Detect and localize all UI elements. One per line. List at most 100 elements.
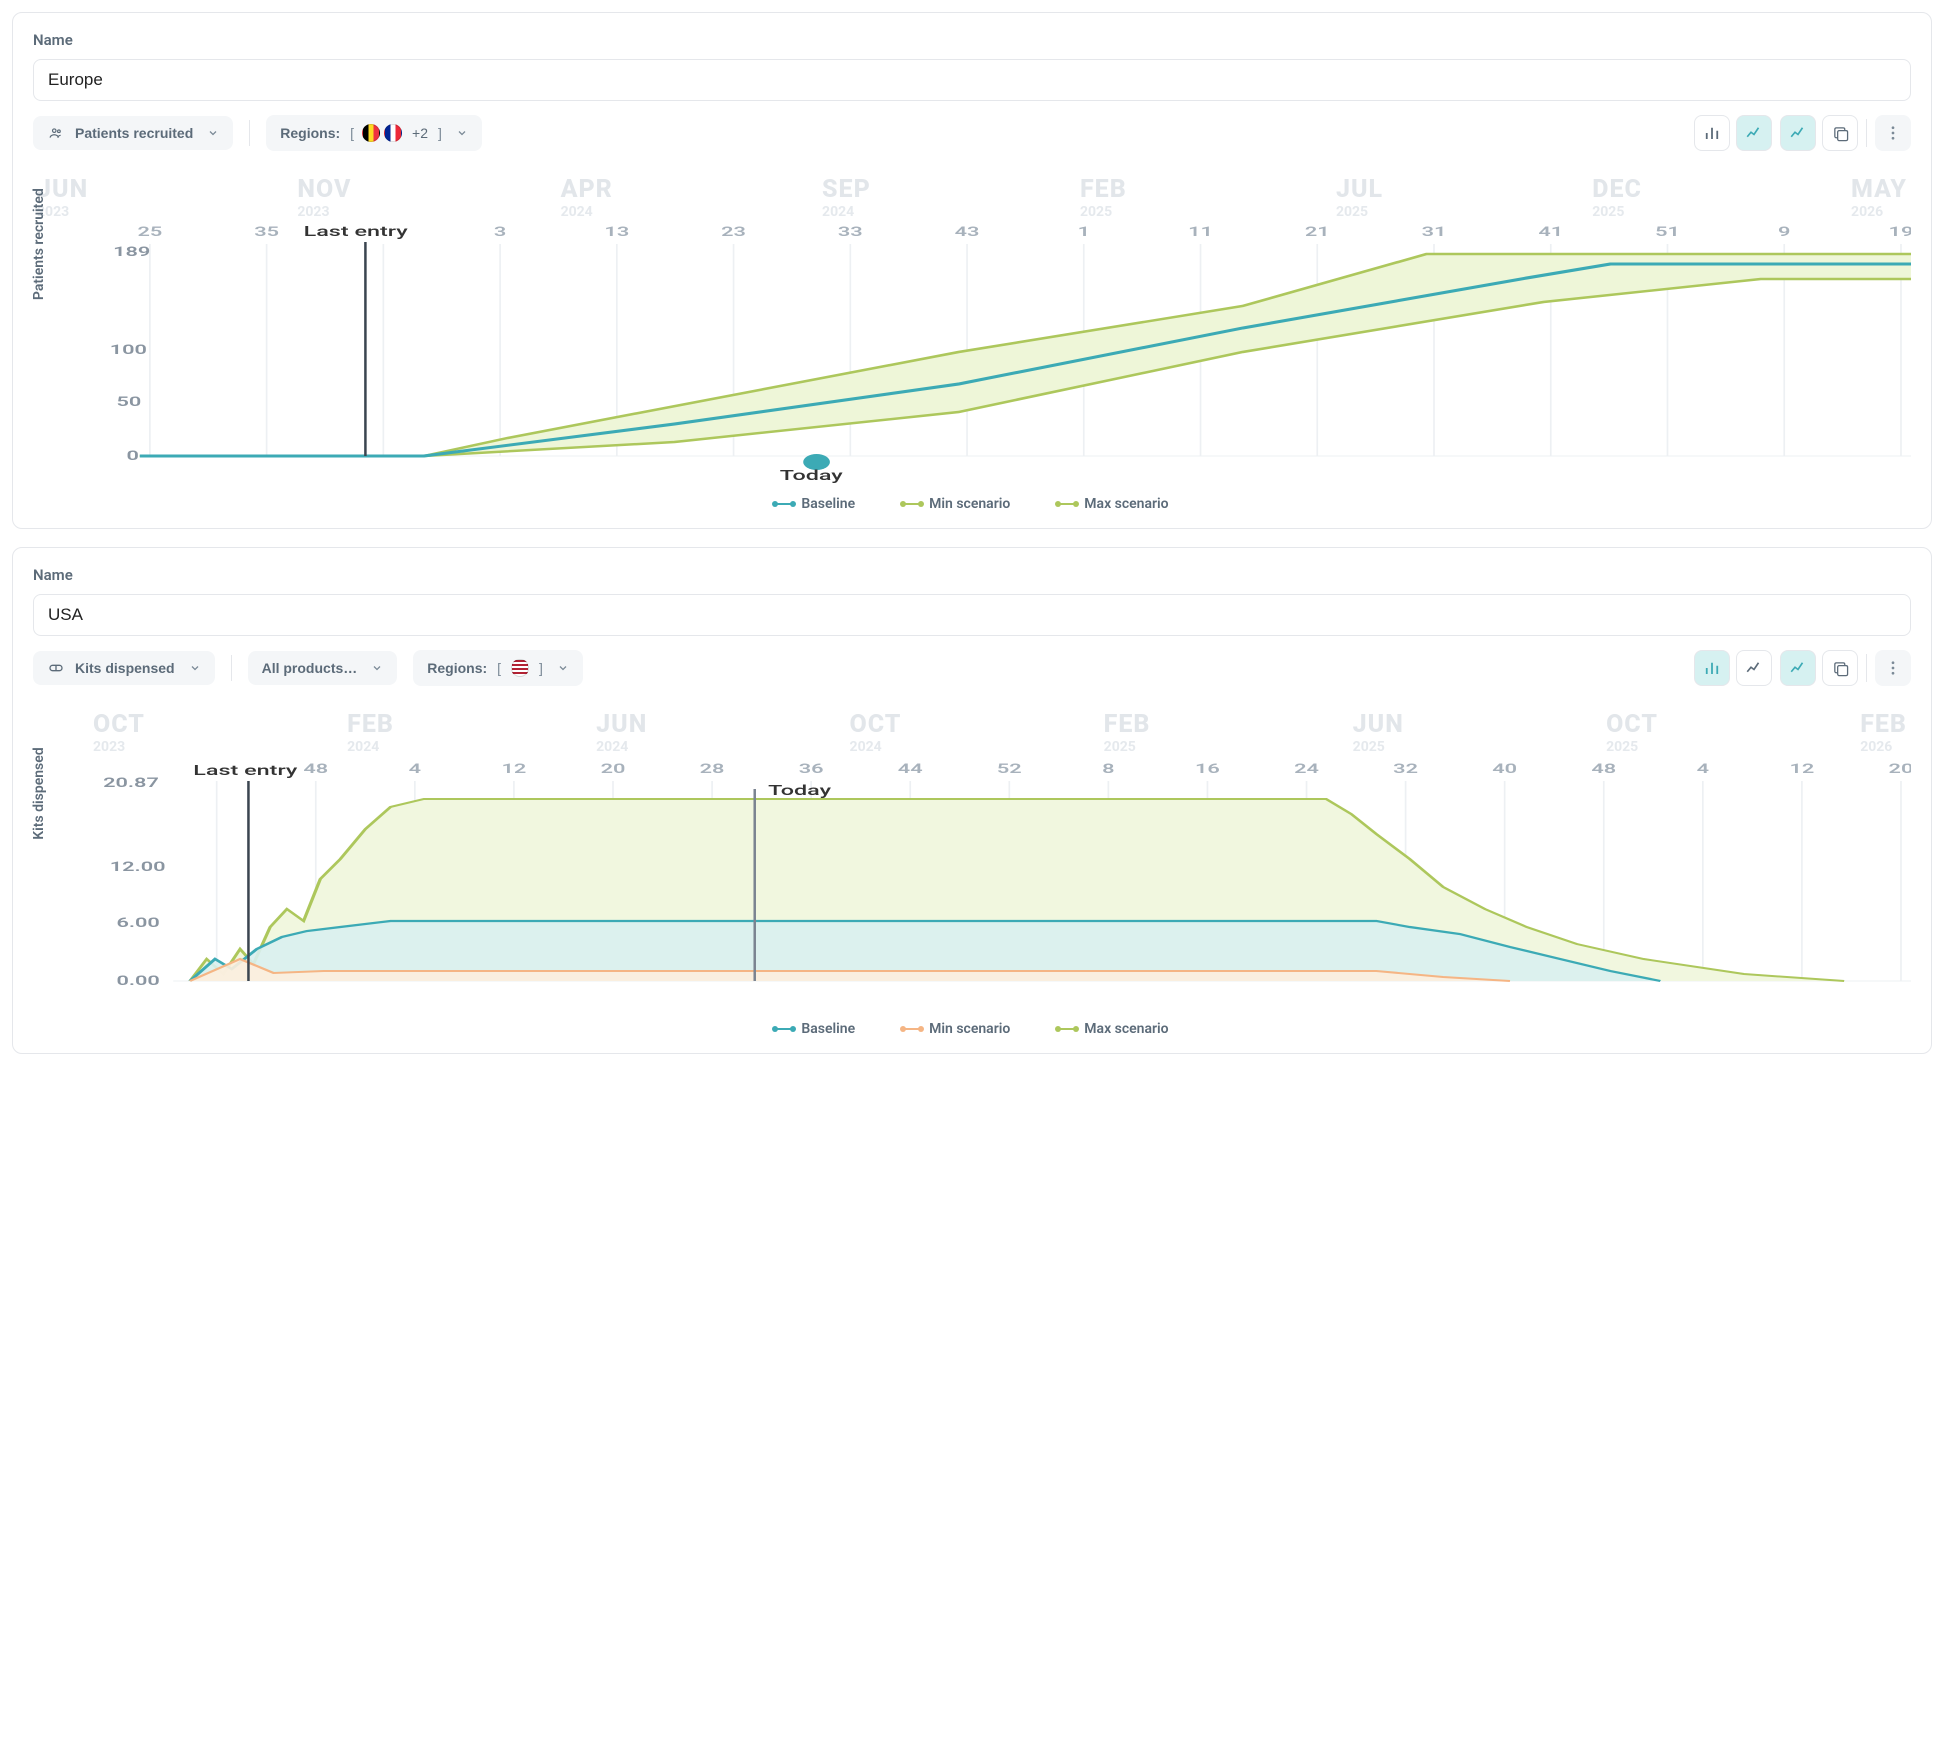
svg-text:8: 8 (1102, 761, 1114, 776)
separator (1866, 119, 1867, 147)
metric-dropdown[interactable]: Kits dispensed (33, 651, 215, 685)
field-label-name: Name (33, 566, 1911, 584)
svg-text:41: 41 (1538, 224, 1563, 239)
regions-dropdown[interactable]: Regions: [ ] (413, 650, 583, 686)
svg-text:20.87: 20.87 (103, 775, 159, 790)
svg-text:24: 24 (1294, 761, 1319, 776)
table-view-button[interactable] (1822, 115, 1858, 151)
svg-text:1: 1 (1078, 224, 1090, 239)
name-input-europe[interactable] (33, 59, 1911, 101)
field-label-name: Name (33, 31, 1911, 49)
name-input-usa[interactable] (33, 594, 1911, 636)
chevron-down-icon (189, 662, 201, 674)
svg-text:25: 25 (137, 224, 162, 239)
svg-text:Last entry: Last entry (304, 224, 409, 240)
legend-max[interactable]: Max scenario (1058, 1021, 1168, 1037)
svg-text:20: 20 (601, 761, 626, 776)
svg-text:9: 9 (1778, 224, 1790, 239)
svg-text:4: 4 (409, 761, 421, 776)
svg-text:16: 16 (1195, 761, 1220, 776)
svg-text:Last entry: Last entry (193, 762, 298, 779)
legend-max[interactable]: Max scenario (1058, 496, 1168, 512)
flag-belgium-icon (362, 124, 380, 142)
bar-chart-button[interactable] (1694, 650, 1730, 686)
svg-text:6.00: 6.00 (116, 915, 159, 930)
products-dropdown[interactable]: All products… (248, 651, 398, 685)
chevron-down-icon (456, 127, 468, 139)
graph-view-button[interactable] (1780, 650, 1816, 686)
svg-text:33: 33 (838, 224, 863, 239)
svg-text:Today: Today (780, 467, 844, 484)
more-vertical-icon (1884, 124, 1902, 142)
svg-text:12.00: 12.00 (110, 859, 166, 874)
svg-text:12: 12 (1789, 761, 1814, 776)
bar-chart-button[interactable] (1694, 115, 1730, 151)
legend-baseline[interactable]: Baseline (775, 496, 855, 512)
svg-text:19: 19 (1889, 224, 1911, 239)
svg-text:100: 100 (110, 342, 147, 357)
chevron-down-icon (557, 662, 569, 674)
svg-text:32: 32 (1393, 761, 1418, 776)
svg-text:189: 189 (113, 244, 150, 259)
chart-usa: Kits dispensed 4841220283644528162432404… (33, 759, 1911, 1013)
graph-view-button[interactable] (1780, 115, 1816, 151)
svg-text:48: 48 (303, 761, 328, 776)
more-menu-button[interactable] (1875, 650, 1911, 686)
legend: Baseline Min scenario Max scenario (33, 488, 1911, 514)
time-axis-months: OCT2023FEB2024JUN2024OCT2024FEB2025JUN20… (33, 692, 1911, 759)
svg-text:28: 28 (700, 761, 725, 776)
table-view-button[interactable] (1822, 650, 1858, 686)
separator (1866, 654, 1867, 682)
svg-text:20: 20 (1889, 761, 1911, 776)
svg-text:13: 13 (604, 224, 629, 239)
line-chart-button[interactable] (1736, 115, 1772, 151)
panel-usa: Name Kits dispensed All products… Region… (12, 547, 1932, 1054)
svg-text:0: 0 (126, 448, 138, 463)
line-chart-button[interactable] (1736, 650, 1772, 686)
legend-baseline[interactable]: Baseline (775, 1021, 855, 1037)
panel-europe: Name Patients recruited Regions: [ +2 ] (12, 12, 1932, 529)
metric-dropdown[interactable]: Patients recruited (33, 116, 233, 150)
people-icon (47, 126, 65, 140)
view-mode-toggle (1780, 115, 1858, 151)
svg-text:35: 35 (254, 224, 279, 239)
legend-min[interactable]: Min scenario (903, 496, 1010, 512)
flag-france-icon (384, 124, 402, 142)
legend: Baseline Min scenario Max scenario (33, 1013, 1911, 1039)
chart-europe: Patients recruited 253531323334311121314… (33, 224, 1911, 488)
time-axis-months: JUN2023NOV2023APR2024SEP2024FEB2025JUL20… (33, 157, 1911, 224)
separator (231, 655, 232, 681)
more-menu-button[interactable] (1875, 115, 1911, 151)
svg-text:40: 40 (1492, 761, 1517, 776)
svg-text:0.00: 0.00 (116, 973, 159, 988)
svg-text:12: 12 (502, 761, 527, 776)
svg-text:51: 51 (1655, 224, 1680, 239)
svg-text:48: 48 (1591, 761, 1616, 776)
chevron-down-icon (371, 662, 383, 674)
flag-us-icon (511, 659, 529, 677)
toolbar-usa: Kits dispensed All products… Regions: [ … (33, 650, 1911, 686)
pill-icon (47, 660, 65, 676)
toolbar-europe: Patients recruited Regions: [ +2 ] (33, 115, 1911, 151)
regions-dropdown[interactable]: Regions: [ +2 ] (266, 115, 482, 151)
svg-text:4: 4 (1697, 761, 1709, 776)
svg-text:36: 36 (799, 761, 824, 776)
y-axis-label: Patients recruited (31, 188, 47, 300)
svg-text:3: 3 (494, 224, 506, 239)
separator (249, 120, 250, 146)
svg-text:Today: Today (768, 782, 832, 799)
svg-text:52: 52 (997, 761, 1022, 776)
y-axis-label: Kits dispensed (31, 747, 47, 839)
svg-text:21: 21 (1305, 224, 1330, 239)
svg-text:31: 31 (1422, 224, 1447, 239)
chart-mode-toggle (1694, 115, 1772, 151)
chevron-down-icon (207, 127, 219, 139)
view-mode-toggle (1780, 650, 1858, 686)
svg-text:50: 50 (116, 394, 141, 409)
svg-text:11: 11 (1188, 224, 1213, 239)
svg-text:43: 43 (955, 224, 980, 239)
svg-text:44: 44 (898, 761, 923, 776)
svg-text:23: 23 (721, 224, 746, 239)
legend-min[interactable]: Min scenario (903, 1021, 1010, 1037)
more-vertical-icon (1884, 659, 1902, 677)
